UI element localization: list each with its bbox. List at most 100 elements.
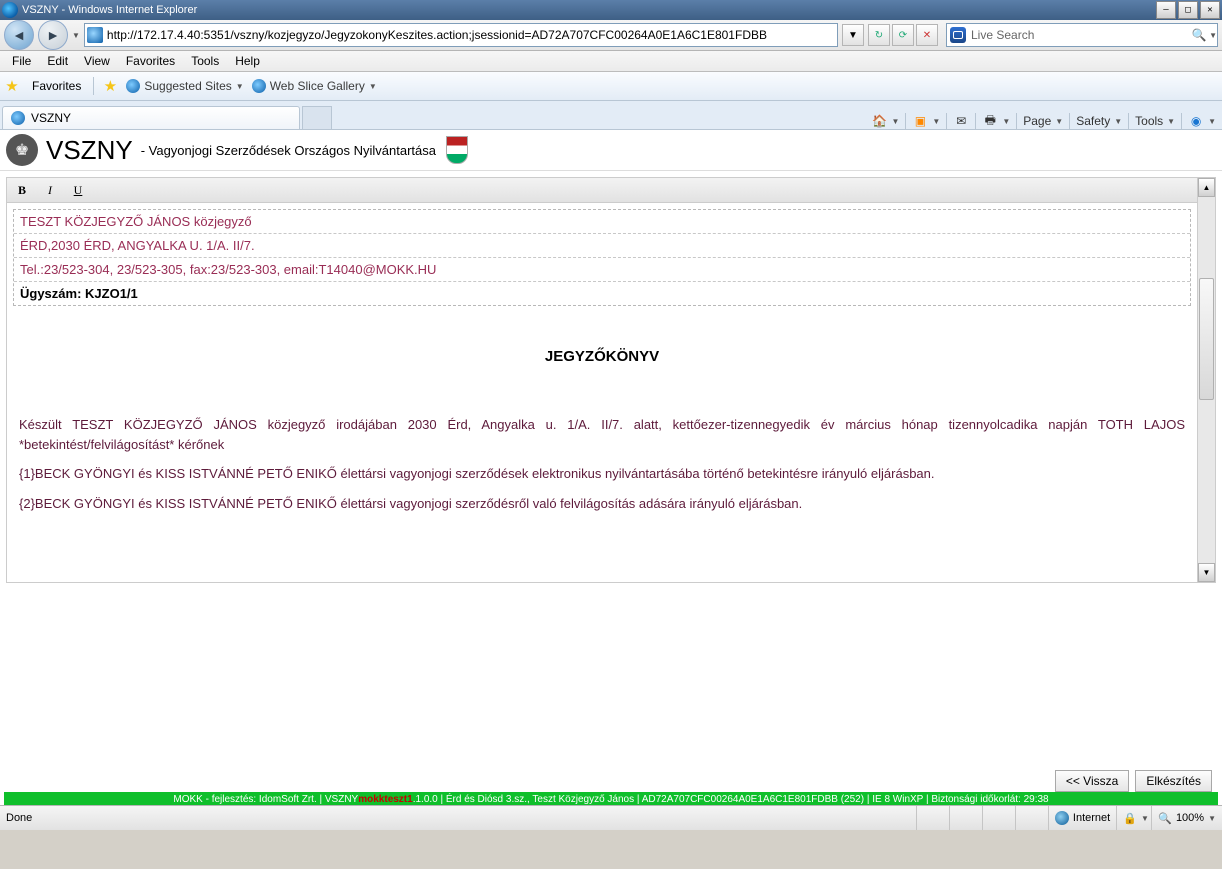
page-icon — [87, 27, 103, 43]
footer-text-post: .1.0.0 | Érd és Diósd 3.sz., Teszt Közje… — [413, 794, 1049, 805]
new-tab-button[interactable] — [302, 106, 332, 129]
ie-icon — [126, 79, 140, 93]
status-text: Done — [0, 812, 38, 824]
web-slice-label: Web Slice Gallery — [270, 79, 365, 93]
close-button[interactable]: ✕ — [1200, 1, 1220, 19]
menu-edit[interactable]: Edit — [39, 52, 76, 70]
ie-icon — [2, 2, 18, 18]
favorites-bar: ★ Favorites ★ Suggested Sites ▼ Web Slic… — [0, 72, 1222, 101]
search-go-icon[interactable]: 🔍 — [1189, 25, 1209, 45]
forward-button[interactable]: ► — [38, 20, 68, 50]
header-row: Tel.:23/523-304, 23/523-305, fax:23/523-… — [14, 258, 1190, 282]
maximize-button[interactable]: □ — [1178, 1, 1198, 19]
footer-text-pre: MOKK - fejlesztés: IdomSoft Zrt. | VSZNY — [173, 794, 358, 805]
bold-button[interactable]: B — [13, 181, 31, 199]
command-bar: 🏠▼ ▣▼ ✉ 🖶▼ Page▼ Safety▼ Tools▼ ◉▼ — [871, 113, 1222, 129]
doc-paragraph: Készült TESZT KÖZJEGYZŐ JÁNOS közjegyző … — [19, 415, 1185, 454]
app-subtitle: - Vagyonjogi Szerződések Országos Nyilvá… — [141, 143, 436, 158]
scroll-up-icon[interactable]: ▲ — [1198, 178, 1215, 197]
footer-status-bar: MOKK - fejlesztés: IdomSoft Zrt. | VSZNY… — [4, 792, 1218, 806]
search-provider-icon[interactable] — [950, 27, 966, 43]
compat-view-icon[interactable]: ↻ — [868, 24, 890, 46]
back-action-button[interactable]: << Vissza — [1055, 770, 1129, 792]
document-body[interactable]: JEGYZŐKÖNYV Készült TESZT KÖZJEGYZŐ JÁNO… — [7, 312, 1197, 529]
status-pane — [916, 806, 949, 830]
doc-paragraph: {1}BECK GYÖNGYI és KISS ISTVÁNNÉ PETŐ EN… — [19, 464, 1185, 484]
scroll-thumb[interactable] — [1199, 278, 1214, 400]
italic-button[interactable]: I — [41, 181, 59, 199]
editor-area: B I U TESZT KÖZJEGYZŐ JÁNOS közjegyző ÉR… — [6, 177, 1216, 583]
tools-menu[interactable]: Tools — [1135, 114, 1163, 128]
favorites-button[interactable]: Favorites — [28, 77, 85, 95]
header-row: ÉRD,2030 ÉRD, ANGYALKA U. 1/A. II/7. — [14, 234, 1190, 258]
safety-menu[interactable]: Safety — [1076, 114, 1110, 128]
document-header-block[interactable]: TESZT KÖZJEGYZŐ JÁNOS közjegyző ÉRD,2030… — [13, 209, 1191, 306]
ie-icon — [252, 79, 266, 93]
footer-env: mokkteszt1 — [358, 794, 412, 805]
zoom-value: 100% — [1176, 812, 1204, 824]
url-text[interactable]: http://172.17.4.40:5351/vszny/kozjegyzo/… — [105, 28, 837, 42]
address-dropdown[interactable]: ▼ — [842, 24, 864, 46]
nav-history-dropdown[interactable]: ▼ — [72, 31, 80, 40]
feeds-icon[interactable]: ▣ — [912, 113, 928, 129]
menu-bar: File Edit View Favorites Tools Help — [0, 51, 1222, 72]
suggested-sites-label: Suggested Sites — [144, 79, 231, 93]
suggested-sites-link[interactable]: Suggested Sites ▼ — [126, 79, 243, 93]
globe-icon — [1055, 811, 1069, 825]
status-pane — [1015, 806, 1048, 830]
crest-icon — [446, 136, 468, 164]
refresh-icon[interactable]: ⟳ — [892, 24, 914, 46]
web-slice-link[interactable]: Web Slice Gallery ▼ — [252, 79, 377, 93]
action-buttons: << Vissza Elkészítés — [1055, 770, 1212, 792]
help-icon[interactable]: ◉ — [1188, 113, 1204, 129]
app-title: VSZNY — [46, 135, 133, 166]
browser-status-bar: Done Internet 🔒▼ 🔍 100% ▼ — [0, 805, 1222, 830]
search-placeholder[interactable]: Live Search — [969, 28, 1189, 42]
app-logo-icon: ♚ — [6, 134, 38, 166]
add-favorite-icon[interactable]: ★ — [102, 78, 118, 94]
tab-vszny[interactable]: VSZNY — [2, 106, 300, 129]
window-title: VSZNY - Windows Internet Explorer — [22, 4, 1154, 16]
protected-mode-pane[interactable]: 🔒▼ — [1116, 806, 1151, 830]
chevron-down-icon: ▼ — [369, 82, 377, 91]
stop-icon[interactable]: ✕ — [916, 24, 938, 46]
format-toolbar: B I U — [7, 178, 1197, 203]
print-icon[interactable]: 🖶 — [982, 113, 998, 129]
scroll-down-icon[interactable]: ▼ — [1198, 563, 1215, 582]
underline-button[interactable]: U — [69, 181, 87, 199]
menu-favorites[interactable]: Favorites — [118, 52, 183, 70]
menu-file[interactable]: File — [4, 52, 39, 70]
search-bar[interactable]: Live Search 🔍 ▼ — [946, 23, 1218, 47]
back-button[interactable]: ◄ — [4, 20, 34, 50]
address-bar[interactable]: http://172.17.4.40:5351/vszny/kozjegyzo/… — [84, 23, 838, 47]
generate-button[interactable]: Elkészítés — [1135, 770, 1212, 792]
zone-label: Internet — [1073, 812, 1110, 824]
editor-scrollbar[interactable]: ▲ ▼ — [1197, 178, 1215, 582]
favorites-star-icon[interactable]: ★ — [4, 78, 20, 94]
security-zone[interactable]: Internet — [1048, 806, 1116, 830]
menu-tools[interactable]: Tools — [183, 52, 227, 70]
status-pane — [949, 806, 982, 830]
zoom-icon: 🔍 — [1158, 812, 1172, 825]
doc-title: JEGYZŐKÖNYV — [19, 348, 1185, 365]
page-menu[interactable]: Page — [1023, 114, 1051, 128]
tabs-row: VSZNY 🏠▼ ▣▼ ✉ 🖶▼ Page▼ Safety▼ Tools▼ ◉▼ — [0, 101, 1222, 130]
app-header: ♚ VSZNY - Vagyonjogi Szerződések Országo… — [0, 130, 1222, 171]
search-dropdown[interactable]: ▼ — [1209, 31, 1217, 40]
mail-icon[interactable]: ✉ — [953, 113, 969, 129]
zoom-control[interactable]: 🔍 100% ▼ — [1151, 806, 1222, 830]
header-row-case: Ügyszám: KJZO1/1 — [14, 282, 1190, 305]
chevron-down-icon: ▼ — [236, 82, 244, 91]
header-row: TESZT KÖZJEGYZŐ JÁNOS közjegyző — [14, 210, 1190, 234]
doc-paragraph: {2}BECK GYÖNGYI és KISS ISTVÁNNÉ PETŐ EN… — [19, 494, 1185, 514]
minimize-button[interactable]: — — [1156, 1, 1176, 19]
menu-view[interactable]: View — [76, 52, 118, 70]
ie-icon — [11, 111, 25, 125]
status-pane — [982, 806, 1015, 830]
menu-help[interactable]: Help — [227, 52, 268, 70]
home-icon[interactable]: 🏠 — [871, 113, 887, 129]
tab-title: VSZNY — [31, 111, 71, 125]
nav-toolbar: ◄ ► ▼ http://172.17.4.40:5351/vszny/kozj… — [0, 20, 1222, 51]
window-titlebar: VSZNY - Windows Internet Explorer — □ ✕ — [0, 0, 1222, 20]
page-content: ♚ VSZNY - Vagyonjogi Szerződések Országo… — [0, 130, 1222, 830]
